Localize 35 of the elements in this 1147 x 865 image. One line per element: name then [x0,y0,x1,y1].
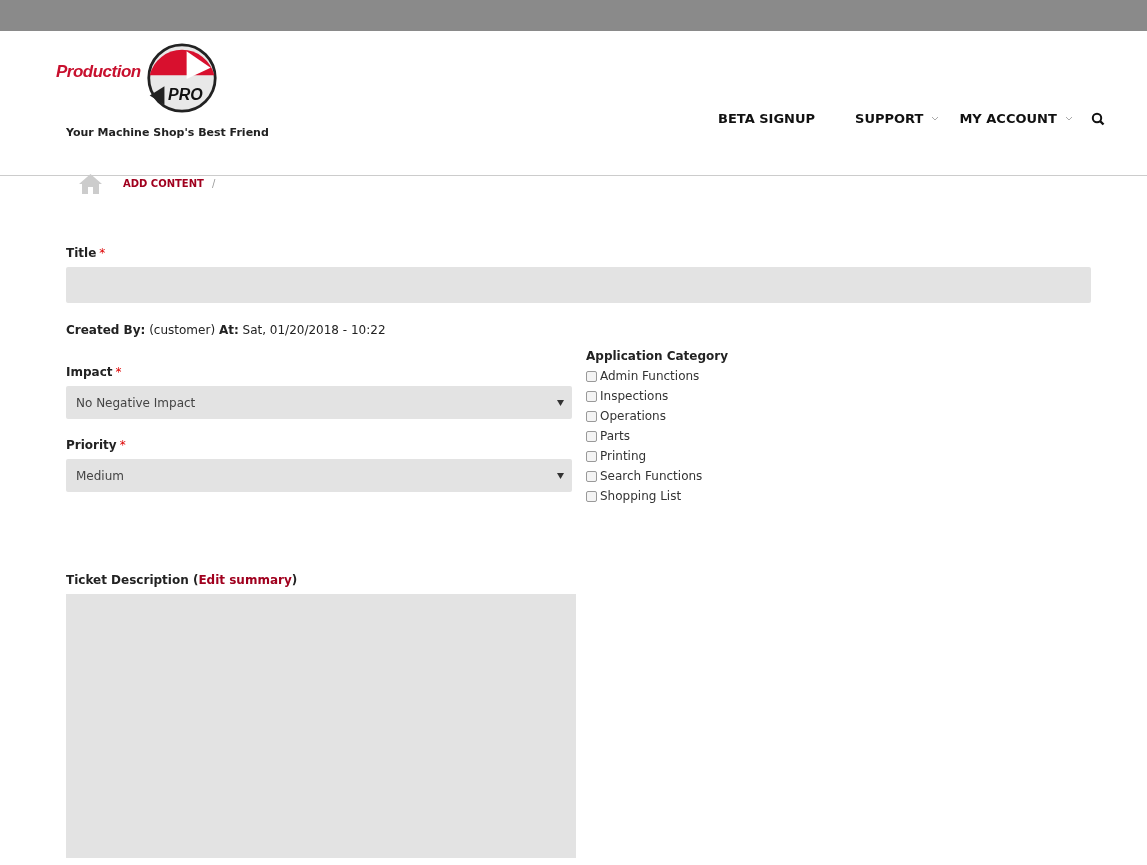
required-mark: * [119,438,126,452]
caret-icon [557,472,564,479]
title-input[interactable] [66,267,1091,303]
select-field[interactable]: Medium [66,459,572,492]
required-mark: * [115,365,122,379]
field-label: Application Category [586,349,729,363]
tagline: Your Machine Shop's Best Friend [66,126,269,139]
created-info: Created By: (customer) At: Sat, 01/20/2018 - 10:22 [66,323,387,337]
field-label: Title [66,246,97,260]
category-checkbox[interactable]: Inspections [586,389,729,403]
caret-icon [557,399,564,406]
logo-text: Production [56,62,141,82]
required-mark: * [99,246,106,260]
logo[interactable]: Production PRO [56,39,218,114]
edit-summary-link[interactable]: Edit summary [198,573,292,587]
category-checkbox[interactable]: Operations [586,409,729,423]
breadcrumb-link[interactable]: ADD CONTENT [123,178,204,189]
field-label: Ticket Description (Edit summary) [66,573,298,587]
nav-link[interactable]: MY ACCOUNT [959,111,1073,126]
logo-arrows-drawing [146,42,218,114]
description-textarea[interactable] [66,594,576,858]
nav-link[interactable]: BETA SIGNUP [718,111,816,126]
category-checkbox[interactable]: Admin Functions [586,369,729,383]
category-checkbox[interactable]: Printing [586,449,729,463]
search-icon[interactable] [1090,111,1105,126]
category-checkbox[interactable]: Search Functions [586,469,729,483]
logo-text: PRO [168,86,203,104]
field-label: Priority [66,438,117,452]
field-label: Impact [66,365,113,379]
select-field[interactable]: No Negative Impact [66,386,572,419]
category-checkbox[interactable]: Parts [586,429,729,443]
home-icon[interactable] [78,173,103,194]
category-checkbox[interactable]: Shopping List [586,489,729,503]
nav-link[interactable]: SUPPORT [855,111,940,126]
breadcrumb-separator: / [211,178,216,189]
